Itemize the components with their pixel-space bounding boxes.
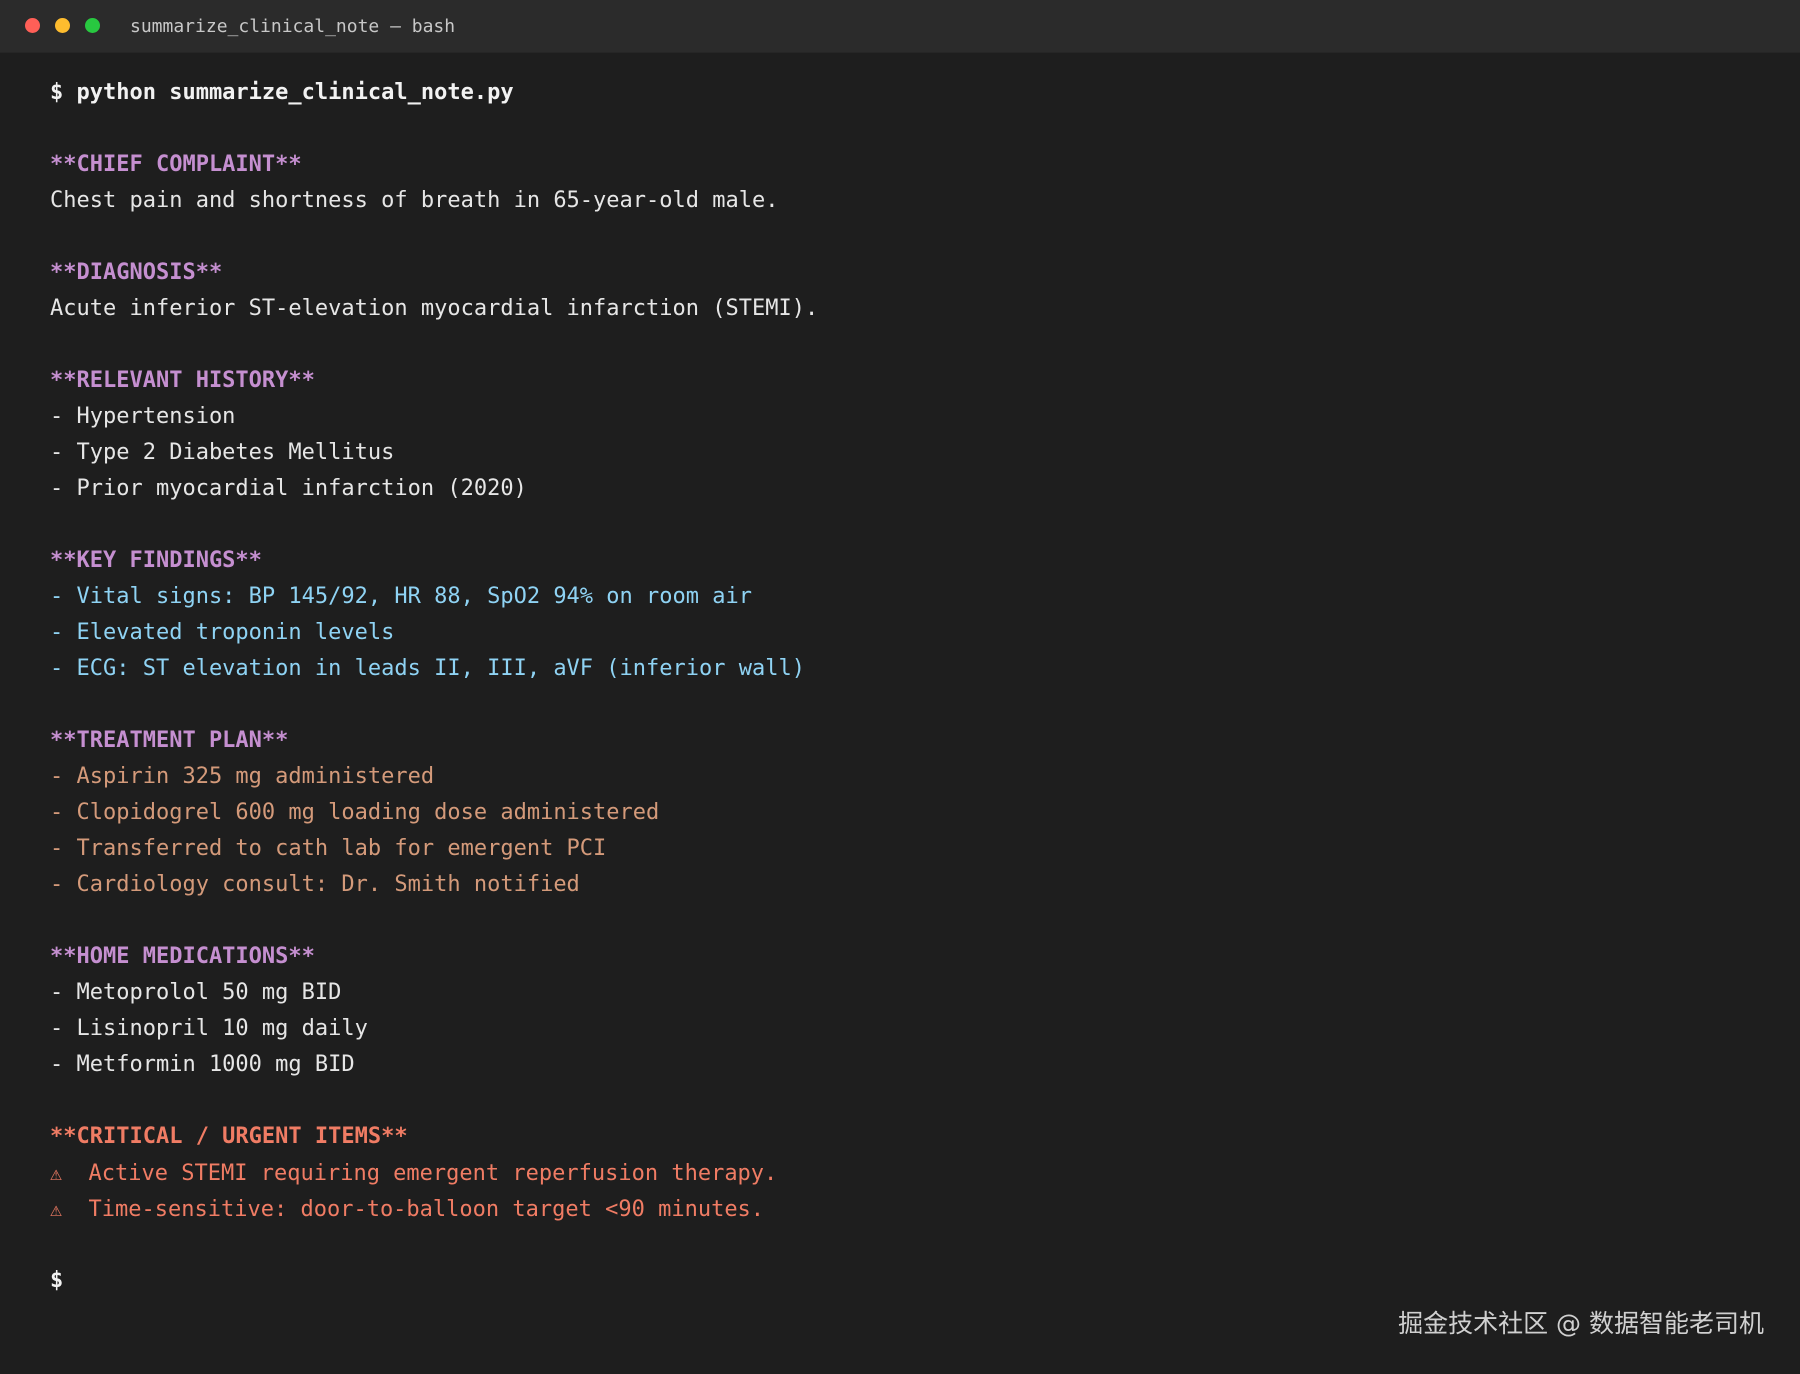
critical-item: ⚠ Time-sensitive: door-to-balloon target… (50, 1191, 1770, 1227)
title-bar: summarize_clinical_note — bash (0, 0, 1800, 53)
finding-item: - ECG: ST elevation in leads II, III, aV… (50, 656, 805, 681)
window-title: summarize_clinical_note — bash (130, 16, 456, 37)
treatment-heading: **TREATMENT PLAN** (50, 728, 289, 753)
medication-item: - Lisinopril 10 mg daily (50, 1016, 368, 1041)
treatment-item: - Aspirin 325 mg administered (50, 764, 435, 789)
treatment-item: - Clopidogrel 600 mg loading dose admini… (50, 800, 660, 825)
minimize-window-button[interactable] (55, 18, 70, 33)
command-line: $ python summarize_clinical_note.py (50, 80, 514, 105)
medications-heading: **HOME MEDICATIONS** (50, 944, 315, 969)
warning-icon: ⚠ (50, 1197, 63, 1221)
terminal-output[interactable]: $ python summarize_clinical_note.py **CH… (50, 75, 1770, 1299)
history-heading: **RELEVANT HISTORY** (50, 368, 315, 393)
treatment-item: - Cardiology consult: Dr. Smith notified (50, 872, 580, 897)
findings-heading: **KEY FINDINGS** (50, 548, 262, 573)
critical-item-text: Active STEMI requiring emergent reperfus… (88, 1161, 778, 1186)
treatment-item: - Transferred to cath lab for emergent P… (50, 836, 607, 861)
close-window-button[interactable] (25, 18, 40, 33)
watermark: 掘金技术社区 @ 数据智能老司机 (1398, 1309, 1764, 1338)
history-item: - Prior myocardial infarction (2020) (50, 476, 527, 501)
critical-heading: **CRITICAL / URGENT ITEMS** (50, 1124, 408, 1149)
chief-complaint-heading: **CHIEF COMPLAINT** (50, 152, 302, 177)
critical-item: ⚠ Active STEMI requiring emergent reperf… (50, 1155, 1770, 1191)
critical-item-text: Time-sensitive: door-to-balloon target <… (88, 1197, 765, 1222)
shell-prompt[interactable]: $ (50, 1263, 1770, 1299)
medication-item: - Metformin 1000 mg BID (50, 1052, 355, 1077)
chief-complaint-text: Chest pain and shortness of breath in 65… (50, 188, 779, 213)
finding-item: - Vital signs: BP 145/92, HR 88, SpO2 94… (50, 584, 752, 609)
terminal-window: summarize_clinical_note — bash $ python … (0, 0, 1800, 1374)
history-item: - Hypertension (50, 404, 236, 429)
finding-item: - Elevated troponin levels (50, 620, 395, 645)
diagnosis-text: Acute inferior ST-elevation myocardial i… (50, 296, 819, 321)
maximize-window-button[interactable] (85, 18, 100, 33)
diagnosis-heading: **DIAGNOSIS** (50, 260, 223, 285)
history-item: - Type 2 Diabetes Mellitus (50, 440, 395, 465)
medication-item: - Metoprolol 50 mg BID (50, 980, 342, 1005)
warning-icon: ⚠ (50, 1161, 63, 1185)
